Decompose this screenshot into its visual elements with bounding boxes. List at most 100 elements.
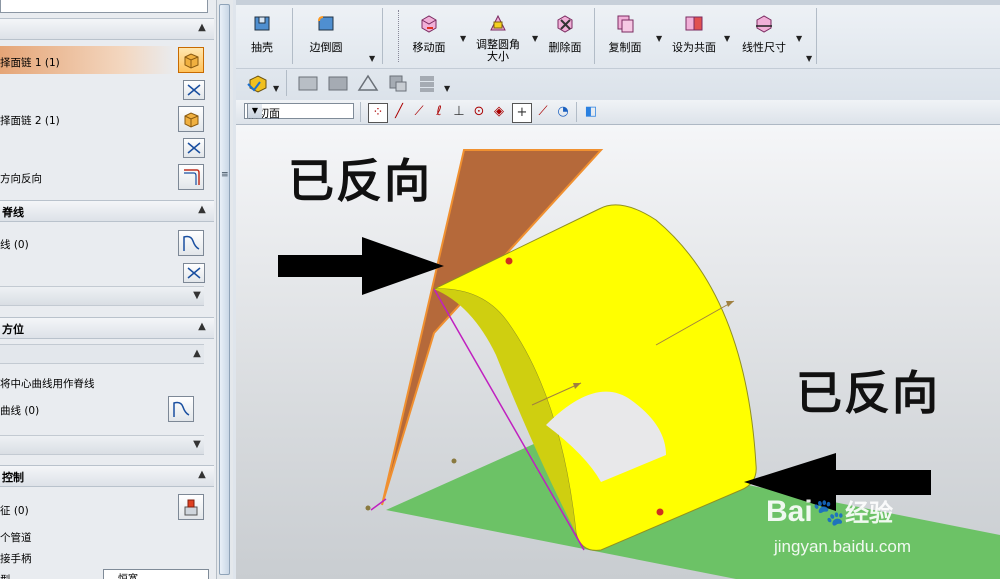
collapse-icon[interactable]: ▲	[195, 320, 209, 334]
panel-scrollbar[interactable]: ≡	[216, 0, 233, 579]
shell-icon	[254, 16, 270, 31]
intersection-icon[interactable]: ⊥	[450, 103, 468, 121]
dropdown-arrow-icon[interactable]: ▼	[806, 54, 812, 63]
dropdown-arrow-icon[interactable]: ▼	[369, 54, 375, 63]
ribbon-separator	[292, 8, 293, 64]
copy-face-button[interactable]: 复制面	[604, 8, 646, 55]
make-coplanar-icon	[685, 16, 703, 31]
snap-point-icon[interactable]: ⁘	[368, 103, 388, 123]
subsection-header[interactable]: ▲	[0, 344, 204, 364]
ribbon-top-strip	[236, 0, 1000, 5]
handle-point[interactable]	[656, 508, 664, 516]
graphics-viewport[interactable]: 已反向 已反向 Bai🐾经验 jingyan.baidu.com	[236, 125, 1000, 579]
quadrant-icon[interactable]: ◈	[490, 103, 508, 121]
spine-curve-label: 线 (0)	[0, 239, 29, 251]
move-face-button[interactable]: 移动面	[408, 8, 450, 55]
top-select-field[interactable]	[0, 0, 208, 13]
end-point-icon[interactable]: ╱	[390, 103, 408, 121]
chevron-down-icon[interactable]: ▼	[247, 104, 262, 118]
section-header-control[interactable]: 控制 ▲	[0, 465, 214, 487]
swap-direction-icon	[187, 84, 201, 96]
select-feature-button[interactable]	[178, 494, 204, 520]
paw-icon: 🐾	[812, 497, 846, 527]
thicken-icon[interactable]	[296, 72, 320, 94]
collapse-icon[interactable]: ▲	[190, 347, 204, 361]
collapsed-subsection-2[interactable]: ▼	[0, 435, 204, 455]
watermark-logo: Bai🐾经验	[766, 495, 894, 528]
offset-face-icon[interactable]	[326, 72, 350, 94]
dialog-panel: ▲ 择面链 1 (1) 择面链 2 (1) 方向反向 脊线 ▲ 线 (0) ▼ 方…	[0, 0, 216, 579]
point-on-curve-icon[interactable]: ⟋	[534, 103, 552, 121]
linear-dimension-icon	[756, 15, 772, 33]
collapse-icon[interactable]: ▲	[195, 468, 209, 482]
collapse-icon[interactable]: ▲	[195, 21, 209, 35]
face-rule-select[interactable]: 相切面 ▼	[244, 103, 354, 120]
linear-dimension-button[interactable]: 线性尺寸	[736, 8, 792, 55]
reverse-spine-button[interactable]	[183, 263, 205, 283]
pattern-face-icon[interactable]	[416, 72, 440, 94]
curve-icon	[183, 235, 200, 251]
dropdown-arrow-icon[interactable]: ▼	[444, 84, 450, 93]
edge-blend-icon	[318, 16, 334, 31]
dropdown-arrow-icon[interactable]: ▼	[656, 34, 662, 43]
draft-icon[interactable]	[356, 72, 380, 94]
resize-blend-button[interactable]: 调整圆角 大小	[472, 8, 524, 63]
mid-point-icon[interactable]: ⟋	[410, 103, 428, 121]
section-header-position[interactable]: 方位 ▲	[0, 317, 214, 339]
reverse-button-2[interactable]	[183, 138, 205, 158]
make-coplanar-button[interactable]: 设为共面	[666, 8, 722, 55]
collapse-icon[interactable]: ▲	[195, 203, 209, 217]
section-header-faces[interactable]: ▲	[0, 18, 214, 40]
use-center-curve-label: 将中心曲线用作脊线	[0, 378, 95, 390]
expand-icon[interactable]: ▼	[190, 289, 204, 303]
dropdown-arrow-icon[interactable]: ▼	[460, 34, 466, 43]
dropdown-arrow-icon[interactable]: ▼	[796, 34, 802, 43]
trim-body-icon[interactable]	[386, 72, 410, 94]
resize-blend-icon	[490, 14, 506, 31]
face-chain-2-label: 择面链 2 (1)	[0, 115, 60, 127]
shell-button[interactable]: 抽壳	[244, 8, 280, 55]
arc-center-icon[interactable]: ⊙	[470, 103, 488, 121]
annotation-text-top: 已反向	[288, 154, 432, 208]
existing-point-icon[interactable]: +	[512, 103, 532, 123]
dropdown-arrow-icon[interactable]: ▼	[724, 34, 730, 43]
swap-direction-icon	[187, 142, 201, 154]
face-chain-1-label: 择面链 1 (1)	[0, 57, 60, 69]
ribbon-gripper	[398, 10, 400, 62]
move-face-icon	[421, 15, 437, 33]
edge-blend-button[interactable]: 边倒圆	[300, 8, 352, 55]
control-point-icon[interactable]: ℓ	[430, 103, 448, 121]
ribbon-separator	[594, 8, 595, 64]
ribbon-toolbar: 抽壳 边倒圆 ▼ 移动面 ▼ 调整圆角 大小 ▼ 删除面 复制面 ▼ 设为共面 ▼…	[236, 0, 1000, 101]
reverse-direction-label: 方向反向	[0, 173, 42, 185]
dropdown-arrow-icon[interactable]: ▼	[532, 34, 538, 43]
delete-face-button[interactable]: 删除面	[544, 8, 586, 55]
reverse-direction-button[interactable]	[178, 164, 204, 190]
collapsed-subsection-1[interactable]: ▼	[0, 286, 204, 306]
type-select[interactable]: 恒宽	[103, 569, 209, 579]
section-header-spine[interactable]: 脊线 ▲	[0, 200, 214, 222]
ribbon-separator	[382, 8, 383, 64]
curve-icon	[173, 401, 190, 417]
wave-link-icon[interactable]	[246, 72, 270, 94]
grip-icon: ≡	[221, 170, 229, 180]
dropdown-arrow-icon[interactable]: ▼	[273, 84, 279, 93]
type-label: 型	[0, 572, 11, 579]
ribbon-separator	[816, 8, 817, 64]
point-on-face-icon[interactable]: ◔	[554, 103, 572, 121]
expand-icon[interactable]: ▼	[190, 438, 204, 452]
delete-face-icon	[557, 15, 573, 33]
select-face-button-1[interactable]	[178, 47, 204, 73]
select-curve-button[interactable]	[178, 230, 204, 256]
copy-face-icon	[617, 15, 634, 33]
curve-count-label: 曲线 (0)	[0, 405, 40, 417]
handle-label: 接手柄	[0, 553, 32, 565]
view-cube-icon[interactable]: ◧	[582, 103, 600, 121]
select-center-curve-button[interactable]	[168, 396, 194, 422]
handle-point[interactable]	[505, 257, 513, 265]
scroll-thumb[interactable]	[219, 4, 230, 575]
pipe-label: 个管道	[0, 532, 32, 544]
select-face-button-2[interactable]	[178, 106, 204, 132]
reverse-button-1[interactable]	[183, 80, 205, 100]
annotation-text-bottom: 已反向	[796, 366, 940, 420]
